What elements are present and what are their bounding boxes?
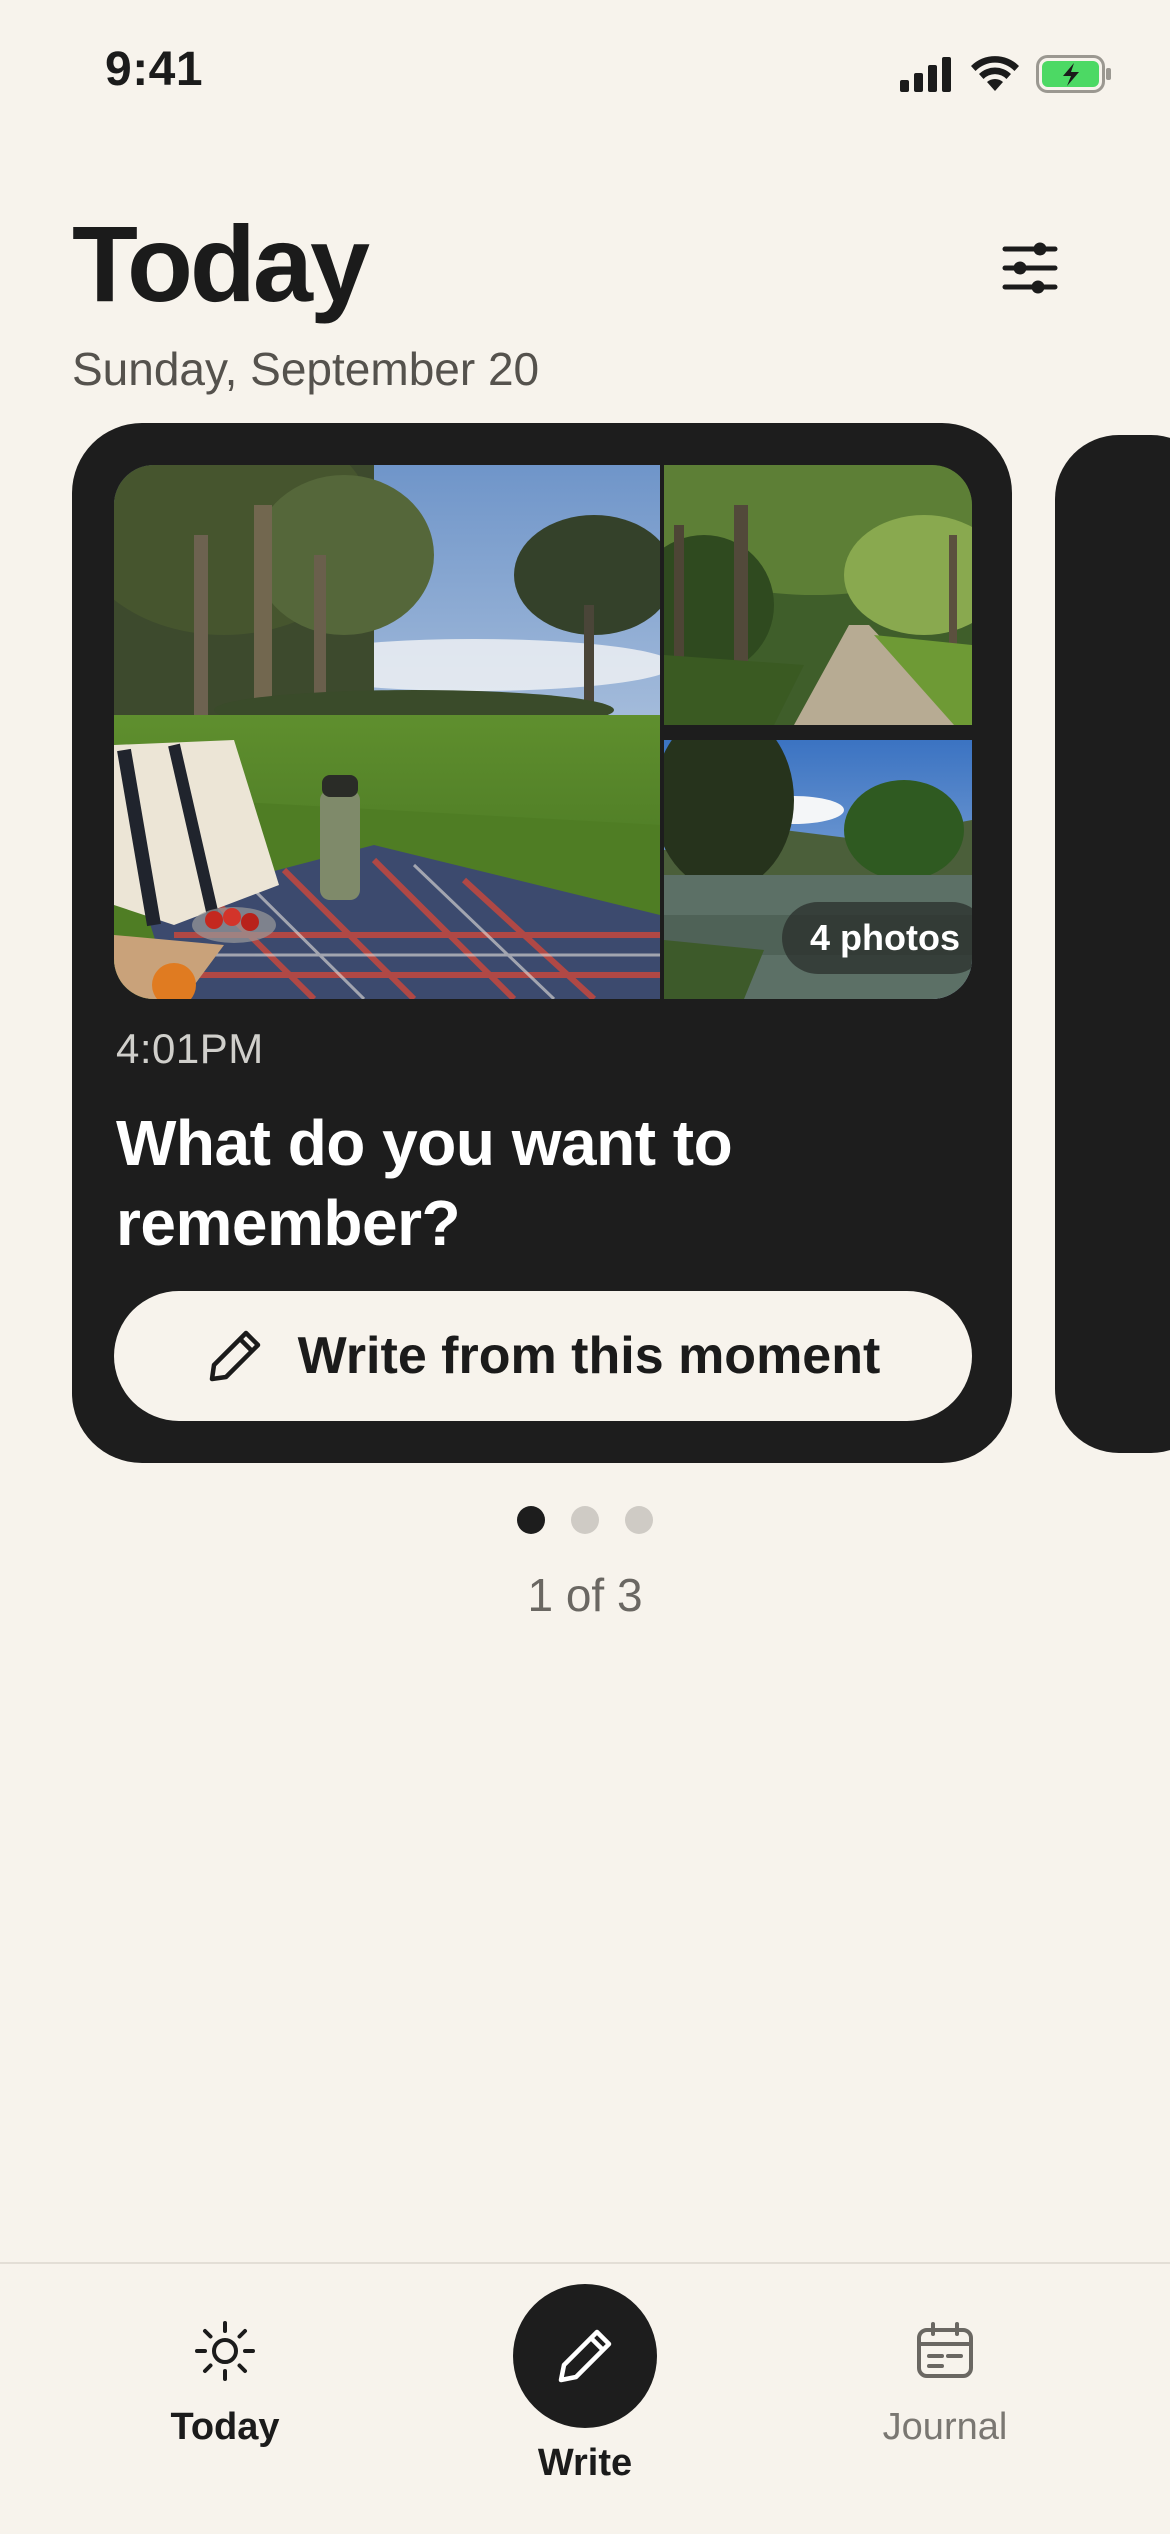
tab-write[interactable]: Write [485,2284,685,2485]
pager-label: 1 of 3 [527,1569,643,1621]
page-title: Today [72,203,370,324]
sliders-icon [1002,242,1058,294]
battery-charging-icon [1036,55,1111,93]
pencil-icon [558,2329,612,2383]
photo-tree-path[interactable] [664,465,972,725]
tab-today-label: Today [170,2406,280,2448]
pager-dot-3[interactable] [625,1506,653,1534]
photo-count-badge: 4 photos [782,902,972,974]
wifi-icon [971,56,1019,91]
status-bar: 9:41 [0,0,1170,140]
sun-icon [195,2321,255,2381]
cellular-signal-icon [900,57,951,92]
tab-bar: Today Write Journal [0,2262,1170,2534]
calendar-icon [917,2322,973,2378]
moment-time: 4:01PM [116,1025,264,1072]
page-date: Sunday, September 20 [72,343,540,395]
pager-dots[interactable] [0,1506,1170,1534]
pager-dot-2[interactable] [571,1506,599,1534]
write-fab-button[interactable] [513,2284,657,2428]
tab-journal[interactable]: Journal [845,2320,1045,2449]
write-from-moment-button[interactable]: Write from this moment [114,1291,972,1421]
filter-button[interactable] [990,228,1070,308]
tab-write-label: Write [537,2442,633,2484]
status-icons [900,52,1112,96]
pager-dot-1[interactable] [517,1506,545,1534]
moment-card[interactable]: 4 photos 4:01PM What do you want to reme… [72,423,1012,1463]
next-card-peek[interactable] [1055,435,1170,1453]
write-from-moment-label: Write from this moment [297,1327,881,1385]
tab-today[interactable]: Today [125,2320,325,2449]
moment-prompt: What do you want to remember? [116,1107,733,1259]
status-time: 9:41 [105,43,204,96]
pencil-icon [209,1330,260,1382]
photo-collage[interactable]: 4 photos [114,465,972,999]
tab-journal-label: Journal [882,2406,1008,2448]
photo-picnic[interactable] [114,465,660,999]
